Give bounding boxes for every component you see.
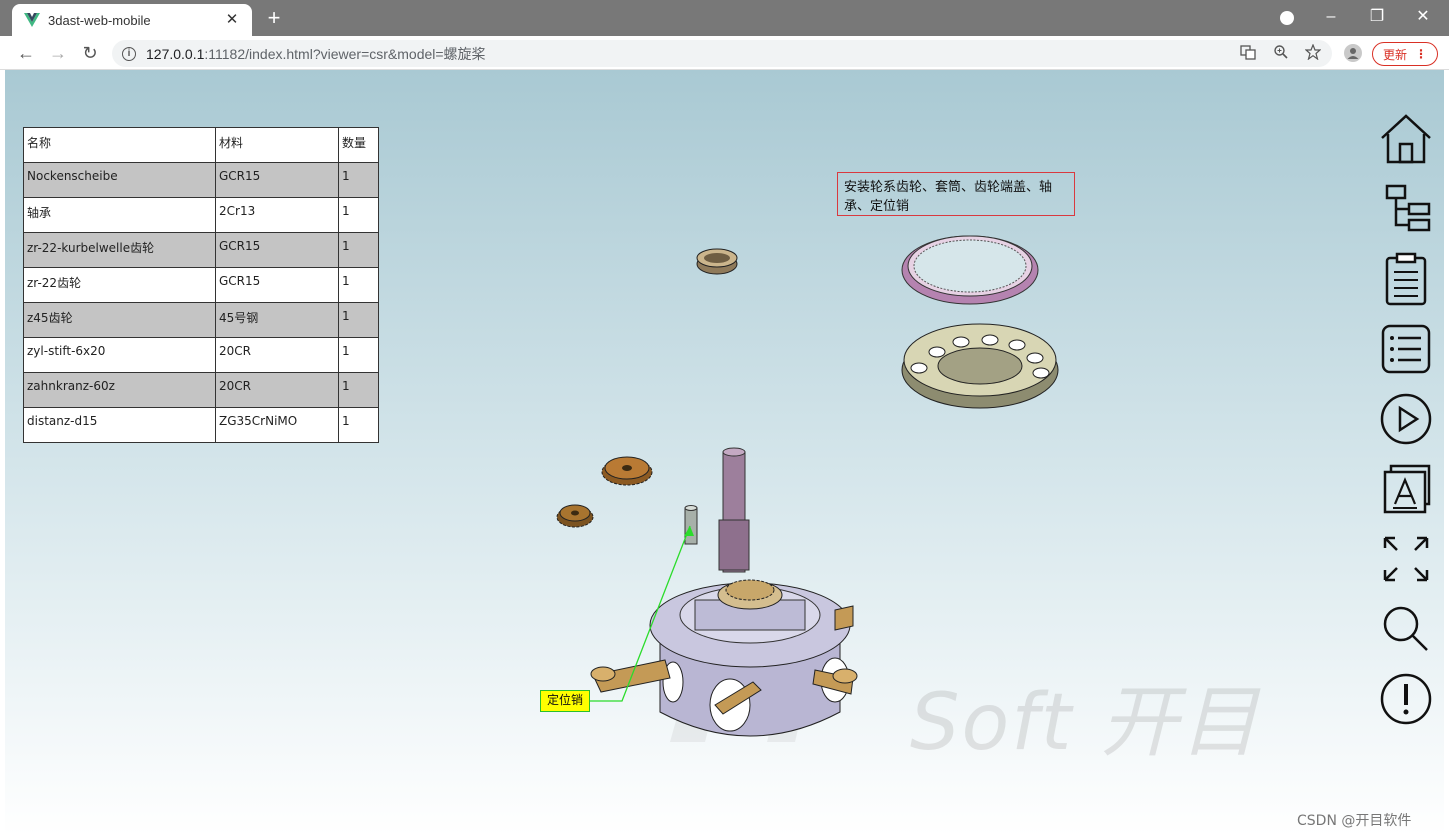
profile-avatar-icon[interactable]	[1343, 44, 1363, 64]
cell-quantity: 1	[338, 197, 379, 233]
table-row[interactable]: z45齿轮 45号钢 1	[23, 302, 379, 338]
crankshaft-part	[718, 447, 750, 573]
cell-name: Nockenscheibe	[23, 162, 216, 198]
3d-viewer[interactable]: 名称 材料 数量 Nockenscheibe GCR15 1 轴承 2Cr13 1 zr…	[5, 70, 1444, 836]
table-row[interactable]: 轴承 2Cr13 1	[23, 197, 379, 233]
forward-button[interactable]: →	[46, 41, 70, 65]
cell-name: 轴承	[23, 197, 216, 233]
annotation-icon[interactable]	[1377, 460, 1435, 518]
cell-material: 20CR	[215, 372, 339, 408]
table-header-row: 名称 材料 数量	[23, 127, 379, 163]
menu-dots-icon: ⋮	[1415, 47, 1427, 61]
restore-button[interactable]: ❐	[1362, 6, 1392, 28]
cell-name: zr-22齿轮	[23, 267, 216, 303]
home-icon[interactable]	[1377, 110, 1435, 168]
header-material: 材料	[215, 127, 339, 163]
translate-icon[interactable]	[1238, 44, 1258, 64]
tab-close-icon[interactable]: ✕	[222, 10, 242, 30]
new-tab-button[interactable]: +	[262, 7, 286, 31]
table-row[interactable]: Nockenscheibe GCR15 1	[23, 162, 379, 198]
bookmark-star-icon[interactable]	[1303, 43, 1323, 64]
list-icon[interactable]	[1377, 320, 1435, 378]
cell-material: GCR15	[215, 162, 339, 198]
bushing-part	[696, 248, 738, 275]
cell-name: zahnkranz-60z	[23, 372, 216, 408]
search-icon[interactable]	[1377, 600, 1435, 658]
cell-material: 45号钢	[215, 302, 339, 338]
table-row[interactable]: zr-22-kurbelwelle齿轮 GCR15 1	[23, 232, 379, 268]
info-icon[interactable]	[1377, 670, 1435, 728]
table-row[interactable]: zahnkranz-60z 20CR 1	[23, 372, 379, 408]
ring-gear-part	[901, 235, 1039, 305]
watermark-text: Soft 开目	[910, 678, 1261, 768]
assembly-step-note: 安装轮系齿轮、套筒、齿轮端盖、轴承、定位销	[837, 172, 1075, 216]
cell-quantity: 1	[338, 302, 379, 338]
tab-title: 3dast-web-mobile	[48, 12, 151, 28]
play-icon[interactable]	[1377, 390, 1435, 448]
tree-icon[interactable]	[1377, 180, 1435, 238]
cell-quantity: 1	[338, 162, 379, 198]
gear-z45-part	[601, 456, 653, 486]
cell-name: zr-22-kurbelwelle齿轮	[23, 232, 216, 268]
zoom-icon[interactable]	[1271, 44, 1291, 64]
gear-end-cover-part	[901, 323, 1059, 409]
table-row[interactable]: zr-22齿轮 GCR15 1	[23, 267, 379, 303]
clipboard-icon[interactable]	[1377, 250, 1435, 308]
cell-name: zyl-stift-6x20	[23, 337, 216, 373]
vue-logo-icon	[24, 13, 40, 27]
cell-quantity: 1	[338, 232, 379, 268]
tab-strip: 3dast-web-mobile ✕ + – ❐ ✕	[0, 0, 1449, 36]
cell-material: GCR15	[215, 232, 339, 268]
cell-material: 2Cr13	[215, 197, 339, 233]
minimize-button[interactable]: –	[1316, 6, 1346, 28]
housing-part	[649, 579, 851, 737]
header-name: 名称	[23, 127, 216, 163]
table-row[interactable]: zyl-stift-6x20 20CR 1	[23, 337, 379, 373]
site-info-icon[interactable]: i	[122, 46, 136, 61]
table-row[interactable]: distanz-d15 ZG35CrNiMO 1	[23, 407, 379, 443]
url-text: 127.0.0.1:11182/index.html?viewer=csr&mo…	[146, 45, 486, 62]
close-window-button[interactable]: ✕	[1408, 6, 1438, 28]
cell-material: ZG35CrNiMO	[215, 407, 339, 443]
back-button[interactable]: ←	[14, 41, 38, 65]
profile-download-icon[interactable]	[1280, 11, 1294, 25]
part-callout-label[interactable]: 定位销	[540, 690, 590, 712]
update-button[interactable]: 更新 ⋮	[1372, 42, 1438, 66]
cell-quantity: 1	[338, 372, 379, 408]
header-quantity: 数量	[338, 127, 379, 163]
bom-table: 名称 材料 数量 Nockenscheibe GCR15 1 轴承 2Cr13 1 zr…	[23, 127, 379, 443]
cell-material: 20CR	[215, 337, 339, 373]
reload-button[interactable]: ↻	[78, 41, 102, 65]
credit-text: CSDN @开目软件	[1297, 813, 1412, 829]
cell-quantity: 1	[338, 407, 379, 443]
cell-quantity: 1	[338, 337, 379, 373]
browser-tab[interactable]: 3dast-web-mobile ✕	[12, 4, 252, 36]
locating-pin-part	[684, 505, 698, 545]
cell-name: distanz-d15	[23, 407, 216, 443]
cell-name: z45齿轮	[23, 302, 216, 338]
address-bar[interactable]: i 127.0.0.1:11182/index.html?viewer=csr&…	[112, 40, 1332, 67]
browser-toolbar: ← → ↻ i 127.0.0.1:11182/index.html?viewe…	[0, 36, 1449, 70]
gear-zr22-part	[556, 504, 594, 528]
fit-view-icon[interactable]	[1377, 530, 1435, 588]
cell-quantity: 1	[338, 267, 379, 303]
cell-material: GCR15	[215, 267, 339, 303]
